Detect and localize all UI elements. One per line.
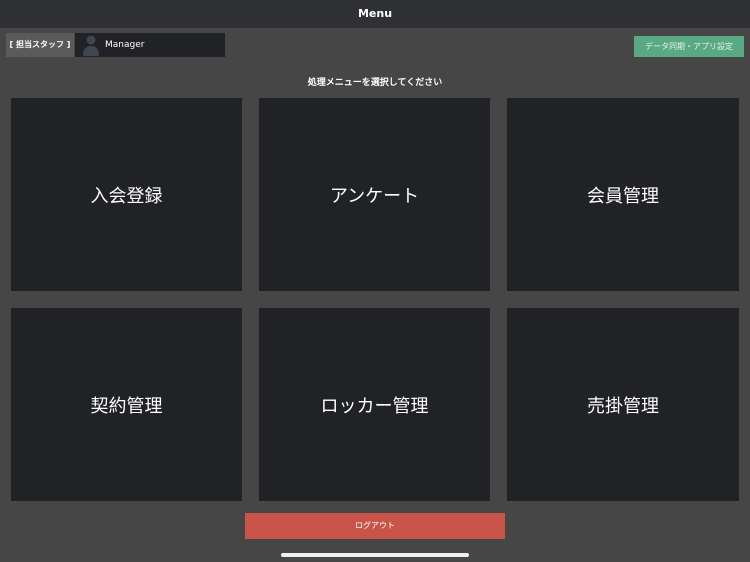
sync-settings-button[interactable]: データ同期・アプリ設定	[634, 36, 744, 57]
tile-label: アンケート	[329, 185, 420, 207]
menu-prompt: 処理メニューを選択してください	[307, 78, 443, 88]
menu-tile-receivables[interactable]: 売掛管理	[507, 308, 739, 501]
menu-tile-contracts[interactable]: 契約管理	[11, 308, 242, 501]
tile-label: 契約管理	[90, 395, 163, 417]
menu-tile-members[interactable]: 会員管理	[507, 98, 739, 291]
page-title: Menu	[357, 7, 393, 20]
tile-label: 入会登録	[90, 185, 163, 207]
menu-tile-registration[interactable]: 入会登録	[11, 98, 242, 291]
tile-label: 会員管理	[587, 185, 659, 207]
tile-label: 売掛管理	[587, 395, 659, 417]
tile-label: ロッカー管理	[320, 395, 429, 417]
logout-button[interactable]: ログアウト	[245, 513, 505, 539]
menu-tile-survey[interactable]: アンケート	[259, 98, 490, 291]
nav-bar: Menu	[0, 0, 750, 28]
home-indicator[interactable]	[281, 553, 469, 557]
staff-name: Manager	[105, 40, 145, 50]
menu-tile-lockers[interactable]: ロッカー管理	[259, 308, 490, 501]
user-avatar-icon	[83, 35, 99, 56]
staff-label: [ 担当スタッフ ]	[6, 33, 74, 57]
staff-selector[interactable]: Manager	[75, 33, 225, 57]
